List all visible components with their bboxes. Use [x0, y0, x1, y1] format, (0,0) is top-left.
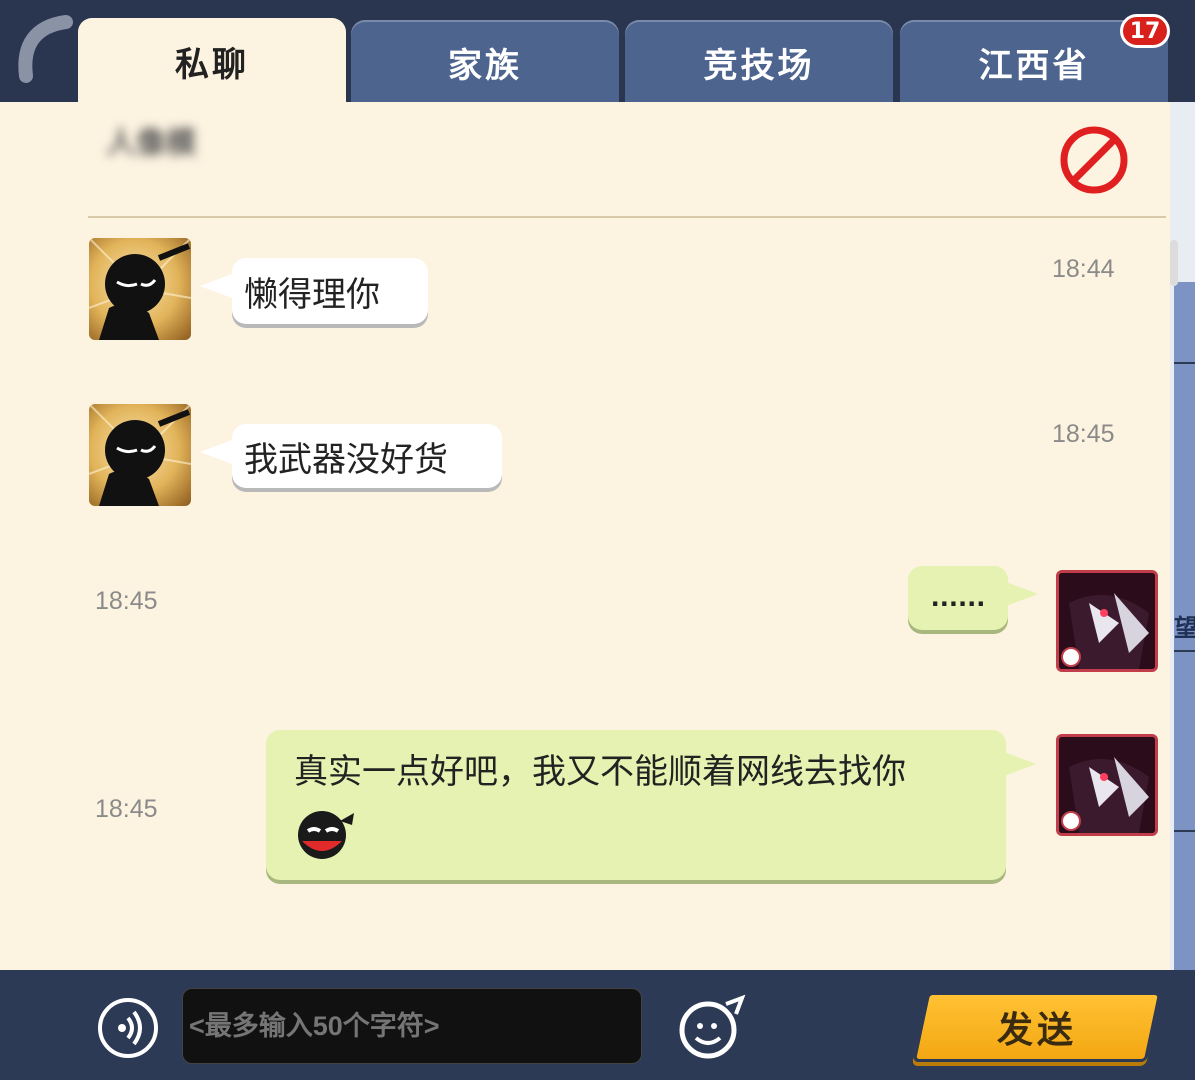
message-text: ......: [930, 584, 986, 612]
unread-badge: 17: [1120, 14, 1170, 48]
ninja-face-emoji: [298, 811, 354, 859]
message-text: 懒得理你: [244, 274, 380, 315]
message-time: 18:45: [95, 795, 158, 823]
message-time: 18:44: [1052, 255, 1115, 283]
message-text: 真实一点好吧，我又不能顺着网线去找你: [294, 752, 906, 792]
message-bubble[interactable]: 真实一点好吧，我又不能顺着网线去找你: [266, 730, 1006, 880]
scrollbar[interactable]: [1170, 240, 1178, 286]
voice-icon: [118, 1010, 142, 1046]
input-bar: 发送: [0, 970, 1195, 1080]
block-icon[interactable]: [1058, 124, 1130, 196]
message-input[interactable]: [182, 988, 642, 1064]
back-icon[interactable]: [14, 14, 74, 84]
contact-avatar[interactable]: [89, 238, 191, 340]
tab-arena[interactable]: 竞技场: [625, 20, 893, 104]
emoji-icon[interactable]: [678, 994, 746, 1060]
header-divider: [88, 216, 1166, 218]
my-avatar[interactable]: [1056, 734, 1158, 836]
message-text: 我武器没好货: [244, 439, 448, 480]
message-bubble[interactable]: ......: [908, 566, 1008, 630]
side-panel-glyph: 望: [1174, 614, 1195, 642]
contact-avatar[interactable]: [89, 404, 191, 506]
voice-button[interactable]: [98, 998, 158, 1058]
tab-private-chat[interactable]: 私聊: [78, 18, 346, 104]
send-button[interactable]: 发送: [912, 992, 1162, 1062]
message-time: 18:45: [1052, 420, 1115, 448]
message-time: 18:45: [95, 587, 158, 615]
tab-bar: 私聊 家族 竞技场 江西省 17: [0, 0, 1195, 104]
tab-family[interactable]: 家族: [351, 20, 619, 104]
contact-name: 人像模: [106, 126, 196, 161]
my-avatar[interactable]: [1056, 570, 1158, 672]
message-bubble[interactable]: 懒得理你: [232, 258, 428, 324]
send-button-label: 发送: [996, 1010, 1077, 1051]
message-bubble[interactable]: 我武器没好货: [232, 424, 502, 488]
side-panel-edge: 望: [1170, 102, 1195, 972]
